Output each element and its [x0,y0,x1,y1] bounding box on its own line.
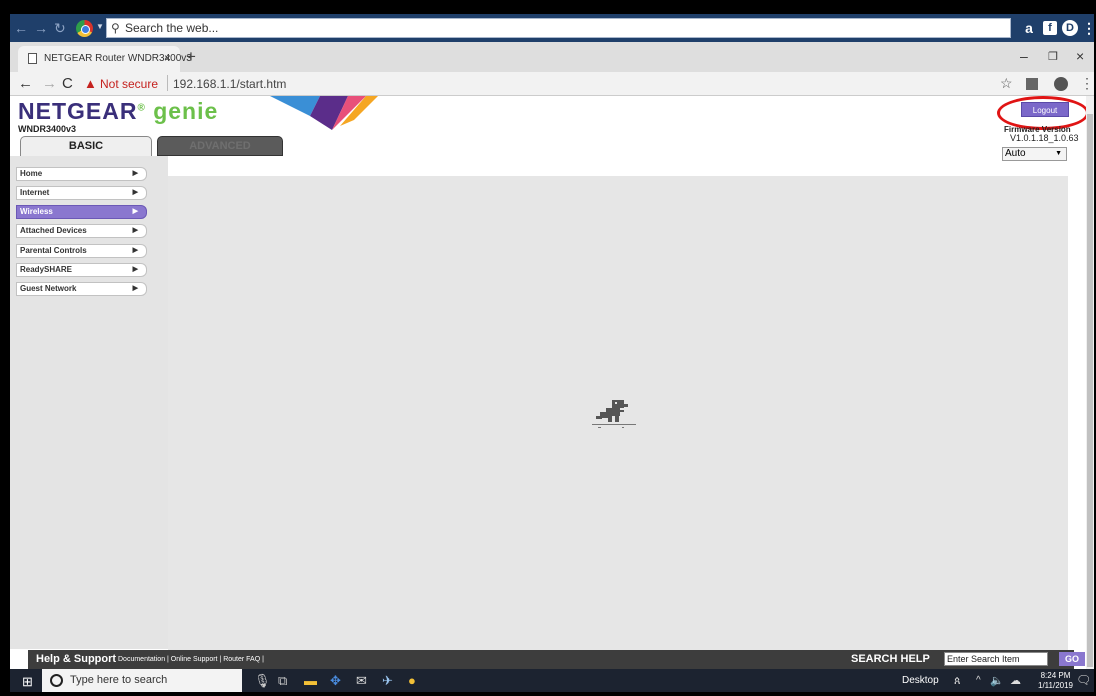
netgear-logo: NETGEAR® genie [18,98,219,124]
arrow-right-icon: ▶ [132,189,138,196]
tab-basic[interactable]: BASIC [20,136,152,156]
profile-icon[interactable] [1054,77,1068,91]
router-page: NETGEAR® genie WNDR3400v3 Logout Firmwar… [10,96,1089,669]
mail-icon[interactable]: ✉ [356,673,367,689]
chrome-taskbar-icon[interactable]: ● [408,673,416,688]
url-field[interactable]: 192.168.1.1/start.htm [173,77,286,91]
taskbar: ⊞ Type here to search 🎙 ⧉ ▬ ✥ ✉ ✈ ● Desk… [10,669,1094,692]
arrow-right-icon: ▶ [132,208,138,215]
sidebar-item-guest-network[interactable]: Guest Network ▶ [16,282,147,296]
screen: ←→↻ ▼ ⚲ Search the web... a f D ⋮ NETGEA… [10,14,1094,692]
taskbar-search-placeholder: Type here to search [70,674,168,686]
sidebar-item-label: Parental Controls [20,246,87,255]
amazon-icon[interactable]: a [1020,19,1038,37]
close-window-icon[interactable]: × [1076,48,1084,64]
microphone-icon[interactable]: 🎙 [254,673,271,689]
arrow-right-icon: ▶ [132,266,138,273]
language-select[interactable]: Auto ▼ [1002,147,1067,161]
chevron-down-icon[interactable]: ▼ [96,22,104,31]
browser-tab[interactable]: NETGEAR Router WNDR3400v3 × [18,46,192,72]
banner-graphic [270,96,378,130]
web-search-input[interactable]: ⚲ Search the web... [106,18,1011,38]
desktop-toolbar[interactable]: Desktop [902,675,939,686]
dashlane-icon[interactable]: D [1062,20,1078,36]
dropbox-icon[interactable]: ✥ [330,673,341,689]
router-model: WNDR3400v3 [18,124,77,134]
menu-dots-icon[interactable]: ⋮ [1080,19,1094,37]
chevron-up-icon[interactable]: ^ [976,675,981,686]
sidebar-item-label: Home [20,169,43,178]
sidebar-menu: Home ▶ Internet ▶ Wireless ▶ Attached Devic… [10,156,168,649]
search-icon: ⚲ [111,21,120,35]
language-value: Auto [1005,148,1026,159]
not-secure-label[interactable]: Not secure [100,77,158,91]
warning-icon[interactable]: ▲ [84,76,97,91]
app-icon[interactable]: ✈ [382,673,393,689]
back-icon[interactable]: ← [18,75,33,92]
clock-date: 1/11/2019 [1038,681,1073,690]
forward-icon[interactable]: → [42,75,57,92]
help-bar: Help & Support Documentation | Online Su… [28,650,1085,669]
sidebar-item-label: Attached Devices [20,226,87,235]
reload-icon[interactable]: C [62,75,73,92]
system-clock[interactable]: 8:24 PM 1/11/2019 [1038,671,1073,691]
cortana-icon [50,674,63,687]
address-bar: ← → C ▲ Not secure 192.168.1.1/start.htm… [10,72,1094,96]
sidebar-item-label: Internet [20,188,50,197]
onedrive-icon[interactable]: ☁ [1010,674,1021,687]
toolbar-search-bar: ←→↻ ▼ ⚲ Search the web... a f D ⋮ [10,14,1094,42]
arrow-right-icon: ▶ [132,227,138,234]
sidebar-item-attached-devices[interactable]: Attached Devices ▶ [16,224,147,238]
close-icon[interactable]: × [164,51,171,65]
windows-start-icon[interactable]: ⊞ [22,674,33,690]
notifications-icon[interactable]: 🗨 [1076,673,1091,687]
dino-icon [592,400,636,428]
sidebar-item-readyshare[interactable]: ReadySHARE ▶ [16,263,147,277]
sidebar-item-wireless[interactable]: Wireless ▶ [16,205,147,219]
search-help-input[interactable]: Enter Search Item [944,652,1048,666]
content-frame [168,176,1068,650]
web-search-placeholder: Search the web... [125,21,219,35]
sidebar-item-parental-controls[interactable]: Parental Controls ▶ [16,244,147,258]
new-tab-button[interactable]: + [186,47,196,67]
task-view-icon[interactable]: ⧉ [278,673,287,689]
arrow-right-icon: ▶ [132,170,138,177]
arrow-right-icon: ▶ [132,285,138,292]
chevron-down-icon: ▼ [1055,150,1062,157]
brand-genie: genie [153,98,219,124]
menu-dots-icon[interactable]: ⋮ [1080,75,1094,92]
chrome-icon[interactable] [76,20,93,37]
sidebar-item-label: Wireless [20,207,53,216]
minimize-icon[interactable]: – [1020,48,1028,64]
taskbar-search-input[interactable]: Type here to search [42,669,242,692]
scrollbar-thumb[interactable] [1087,114,1093,667]
volume-icon[interactable]: 🔈 [990,674,1004,687]
search-help-label: SEARCH HELP [851,653,930,665]
page-icon [28,53,37,64]
toolbar-nav-icons[interactable]: ←→↻ [14,20,72,37]
brand-name: NETGEAR [18,98,138,124]
sidebar-item-home[interactable]: Home ▶ [16,167,147,181]
extension-icon[interactable] [1026,78,1038,90]
help-links[interactable]: Documentation | Online Support | Router … [118,656,264,663]
tab-advanced[interactable]: ADVANCED [157,136,283,156]
people-icon[interactable]: ጰ [954,675,961,688]
help-title: Help & Support [36,653,117,665]
divider [167,75,168,91]
tab-strip: NETGEAR Router WNDR3400v3 × + – ❐ × [10,42,1094,72]
file-explorer-icon[interactable]: ▬ [304,673,317,688]
restore-icon[interactable]: ❐ [1048,50,1058,63]
facebook-icon[interactable]: f [1043,21,1057,35]
bookmark-star-icon[interactable]: ☆ [1000,75,1013,92]
firmware-version: V1.0.1.18_1.0.63 [1010,133,1079,143]
go-button[interactable]: GO [1059,652,1085,666]
sidebar-item-label: ReadySHARE [20,265,73,274]
arrow-right-icon: ▶ [132,247,138,254]
scrollbar[interactable] [1086,96,1094,669]
sidebar-item-label: Guest Network [20,284,77,293]
sidebar-item-internet[interactable]: Internet ▶ [16,186,147,200]
clock-time: 8:24 PM [1040,671,1071,680]
